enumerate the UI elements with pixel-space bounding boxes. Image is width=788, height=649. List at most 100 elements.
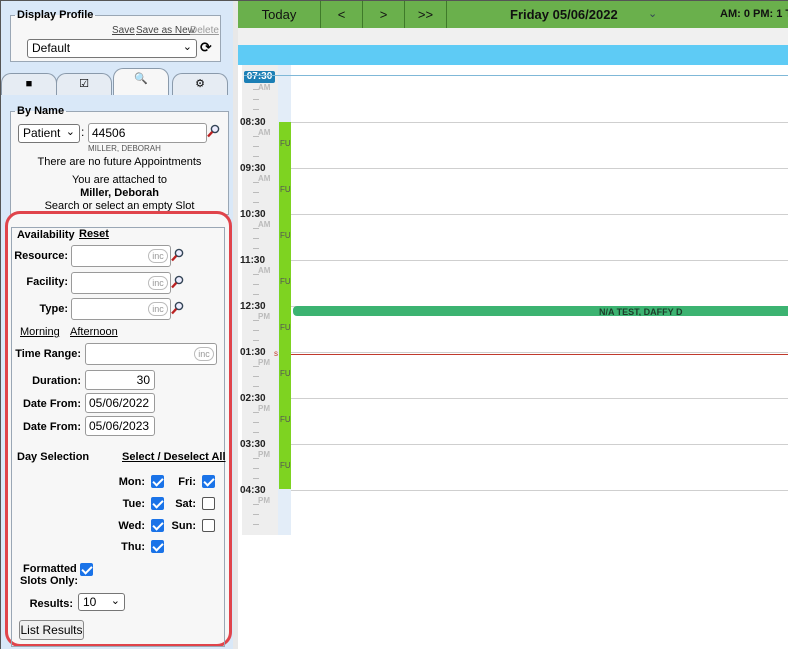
hour-label: 01:30 xyxy=(240,347,266,358)
results-select[interactable]: 10 ⌄ xyxy=(78,593,125,611)
facility-input[interactable]: inc xyxy=(71,272,171,294)
duration-input[interactable]: 30 xyxy=(85,370,155,390)
select-deselect-all-link[interactable]: Select / Deselect All xyxy=(122,451,226,463)
minute-tick xyxy=(253,238,259,239)
am-pm-label: AM xyxy=(258,266,271,275)
availability-legend: Availability xyxy=(17,229,75,241)
facility-inc-toggle[interactable]: inc xyxy=(148,276,168,290)
sunday-checkbox[interactable] xyxy=(202,519,215,532)
date-to-input[interactable]: 05/06/2023 xyxy=(85,416,155,436)
resource-lookup-icon[interactable] xyxy=(171,248,184,262)
slot-type-label: FU xyxy=(280,415,291,424)
type-inc-toggle[interactable]: inc xyxy=(148,302,168,316)
formatted-slots-label-1: Formatted xyxy=(23,563,77,575)
hour-gridline xyxy=(291,168,788,169)
tab-settings[interactable]: ⚙ xyxy=(172,73,228,95)
slot-type-label: FU xyxy=(280,231,291,240)
calendar-check-icon: ☑ xyxy=(79,78,89,90)
time-range-label: Time Range: xyxy=(15,348,81,360)
tab-search[interactable]: 🔍 xyxy=(113,68,169,95)
type-input[interactable]: inc xyxy=(71,298,171,320)
afternoon-link[interactable]: Afternoon xyxy=(70,326,118,338)
minute-tick xyxy=(253,340,259,341)
date-dropdown-chevron-icon[interactable]: ⌄ xyxy=(648,7,657,20)
hour-gridline xyxy=(291,260,788,261)
patient-id-input[interactable]: 44506 xyxy=(88,123,207,143)
display-profile-select-value: Default xyxy=(32,41,71,55)
display-profile-select[interactable]: Default ⌄ xyxy=(27,39,197,58)
current-date-title[interactable]: Friday 05/06/2022 xyxy=(510,1,618,28)
now-indicator-line xyxy=(291,354,788,355)
colon-separator: : xyxy=(81,125,85,139)
search-type-value: Patient xyxy=(23,126,61,140)
by-name-legend: By Name xyxy=(17,105,65,117)
save-profile-link[interactable]: Save xyxy=(112,25,135,36)
hour-label: 04:30 xyxy=(240,485,266,496)
facility-lookup-icon[interactable] xyxy=(171,275,184,289)
reset-link[interactable]: Reset xyxy=(79,228,109,240)
calendar-toolbar: Today < > >> Friday 05/06/2022 ⌄ AM: 0 P… xyxy=(238,1,788,28)
tab-appointments[interactable]: ☑ xyxy=(56,73,112,95)
hour-gridline xyxy=(291,398,788,399)
next-button[interactable]: > xyxy=(363,1,405,28)
slot-type-label: FU xyxy=(280,461,291,470)
minute-tick xyxy=(253,432,259,433)
patient-lookup-icon[interactable] xyxy=(207,124,220,138)
minute-tick xyxy=(253,468,259,469)
hour-label: 12:30 xyxy=(240,301,266,312)
thursday-label: Thu: xyxy=(121,541,145,553)
left-panel: Display Profile Save Save as New Delete … xyxy=(1,1,237,649)
appointment-block[interactable]: N/A TEST, DAFFY D xyxy=(293,306,788,316)
slot-type-label: FU xyxy=(280,277,291,286)
hour-gridline xyxy=(291,352,788,353)
minute-tick xyxy=(253,202,259,203)
gear-icon: ⚙ xyxy=(195,78,205,90)
am-pm-label: AM xyxy=(258,220,271,229)
thursday-checkbox[interactable] xyxy=(151,540,164,553)
minute-tick xyxy=(253,320,259,321)
current-time-tag: 07:30 xyxy=(244,71,275,83)
date-from-value: 05/06/2022 xyxy=(89,396,150,410)
type-lookup-icon[interactable] xyxy=(171,301,184,315)
time-range-inc-toggle[interactable]: inc xyxy=(194,347,214,361)
minute-tick xyxy=(253,330,259,331)
am-pm-label: AM xyxy=(258,83,271,92)
slot-type-label: FU xyxy=(280,185,291,194)
appointment-label: N/A TEST, DAFFY D xyxy=(599,307,683,316)
slot-type-label: FU xyxy=(280,139,291,148)
results-label: Results: xyxy=(29,598,73,610)
saturday-checkbox[interactable] xyxy=(202,497,215,510)
available-slots-bar[interactable] xyxy=(279,122,291,489)
search-type-select[interactable]: Patient ⌄ xyxy=(18,124,80,143)
calendar-icon: ■ xyxy=(25,78,33,90)
resource-input[interactable]: inc xyxy=(71,245,171,267)
friday-checkbox[interactable] xyxy=(202,475,215,488)
date-to-value: 05/06/2023 xyxy=(89,419,150,433)
hour-label: 03:30 xyxy=(240,439,266,450)
time-range-input[interactable]: inc xyxy=(85,343,217,365)
date-from-input[interactable]: 05/06/2022 xyxy=(85,393,155,413)
list-results-button[interactable]: List Results xyxy=(19,620,84,640)
chevron-down-icon: ⌄ xyxy=(110,595,120,607)
previous-button[interactable]: < xyxy=(321,1,363,28)
formatted-slots-checkbox[interactable] xyxy=(80,563,93,576)
delete-profile-link[interactable]: Delete xyxy=(190,25,219,36)
fast-forward-button[interactable]: >> xyxy=(405,1,447,28)
minute-tick xyxy=(253,524,259,525)
morning-link[interactable]: Morning xyxy=(20,326,60,338)
today-button[interactable]: Today xyxy=(238,1,321,28)
refresh-icon[interactable]: ⟳ xyxy=(200,39,212,56)
tab-calendar[interactable]: ■ xyxy=(1,73,57,95)
sunday-label: Sun: xyxy=(171,520,196,532)
minute-tick xyxy=(253,156,259,157)
save-as-new-link[interactable]: Save as New xyxy=(136,25,195,36)
hour-label: 09:30 xyxy=(240,163,266,174)
hour-label: 10:30 xyxy=(240,209,266,220)
minute-tick xyxy=(253,89,259,90)
am-pm-label: PM xyxy=(258,358,270,367)
patient-id-value: 44506 xyxy=(92,126,126,140)
resource-inc-toggle[interactable]: inc xyxy=(148,249,168,263)
minute-tick xyxy=(253,248,259,249)
minute-tick xyxy=(253,376,259,377)
search-icon: 🔍 xyxy=(134,73,148,85)
